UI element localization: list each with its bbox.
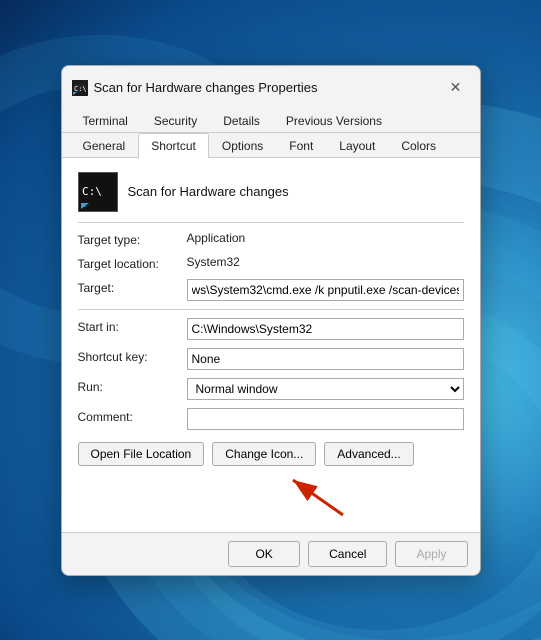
svg-text:C:\: C:\ [74,85,87,93]
title-icon: C:\ [72,80,88,96]
shortcut-key-input[interactable] [187,348,464,370]
target-type-value: Application [187,231,464,245]
divider-2 [78,309,464,310]
target-location-value: System32 [187,255,464,269]
close-button[interactable]: ✕ [442,74,470,102]
start-in-row: Start in: [78,318,464,340]
shortcut-key-row: Shortcut key: [78,348,464,370]
app-header: C:\ _ Scan for Hardware changes [78,172,464,212]
run-row: Run: Normal window Minimized Maximized [78,378,464,400]
arrow-annotation [78,470,464,520]
tab-terminal[interactable]: Terminal [70,108,141,133]
title-bar: C:\ Scan for Hardware changes Properties… [62,66,480,108]
comment-label: Comment: [78,408,183,424]
tabs-row1: Terminal Security Details Previous Versi… [62,108,480,133]
tab-options[interactable]: Options [209,133,276,158]
tab-general[interactable]: General [70,133,139,158]
tabs-row2: General Shortcut Options Font Layout Col… [62,133,480,158]
divider-1 [78,222,464,223]
start-in-input[interactable] [187,318,464,340]
target-input[interactable] [187,279,464,301]
ok-button[interactable]: OK [228,541,300,567]
target-type-row: Target type: Application [78,231,464,247]
arrow-icon [273,470,393,520]
target-row: Target: [78,279,464,301]
action-buttons: Open File Location Change Icon... Advanc… [78,442,464,466]
tab-font[interactable]: Font [276,133,326,158]
target-location-row: Target location: System32 [78,255,464,271]
shortcut-key-label: Shortcut key: [78,348,183,364]
run-label: Run: [78,378,183,394]
target-location-label: Target location: [78,255,183,271]
tab-details[interactable]: Details [210,108,273,133]
open-file-location-button[interactable]: Open File Location [78,442,205,466]
target-type-label: Target type: [78,231,183,247]
app-name: Scan for Hardware changes [128,184,289,199]
tab-layout[interactable]: Layout [326,133,388,158]
properties-dialog: C:\ Scan for Hardware changes Properties… [61,65,481,576]
apply-button[interactable]: Apply [395,541,467,567]
change-icon-button[interactable]: Change Icon... [212,442,316,466]
dialog-title: Scan for Hardware changes Properties [94,80,318,95]
tab-security[interactable]: Security [141,108,210,133]
cancel-button[interactable]: Cancel [308,541,387,567]
dialog-footer: OK Cancel Apply [62,532,480,575]
target-label: Target: [78,279,183,295]
comment-row: Comment: [78,408,464,430]
tab-shortcut[interactable]: Shortcut [138,133,209,158]
svg-text:C:\: C:\ [82,185,102,198]
tab-previous-versions[interactable]: Previous Versions [273,108,395,133]
dialog-content: C:\ _ Scan for Hardware changes Target t… [62,158,480,532]
tab-colors[interactable]: Colors [388,133,449,158]
app-icon: C:\ _ [78,172,118,212]
advanced-button[interactable]: Advanced... [324,442,413,466]
start-in-label: Start in: [78,318,183,334]
comment-input[interactable] [187,408,464,430]
run-select[interactable]: Normal window Minimized Maximized [187,378,464,400]
